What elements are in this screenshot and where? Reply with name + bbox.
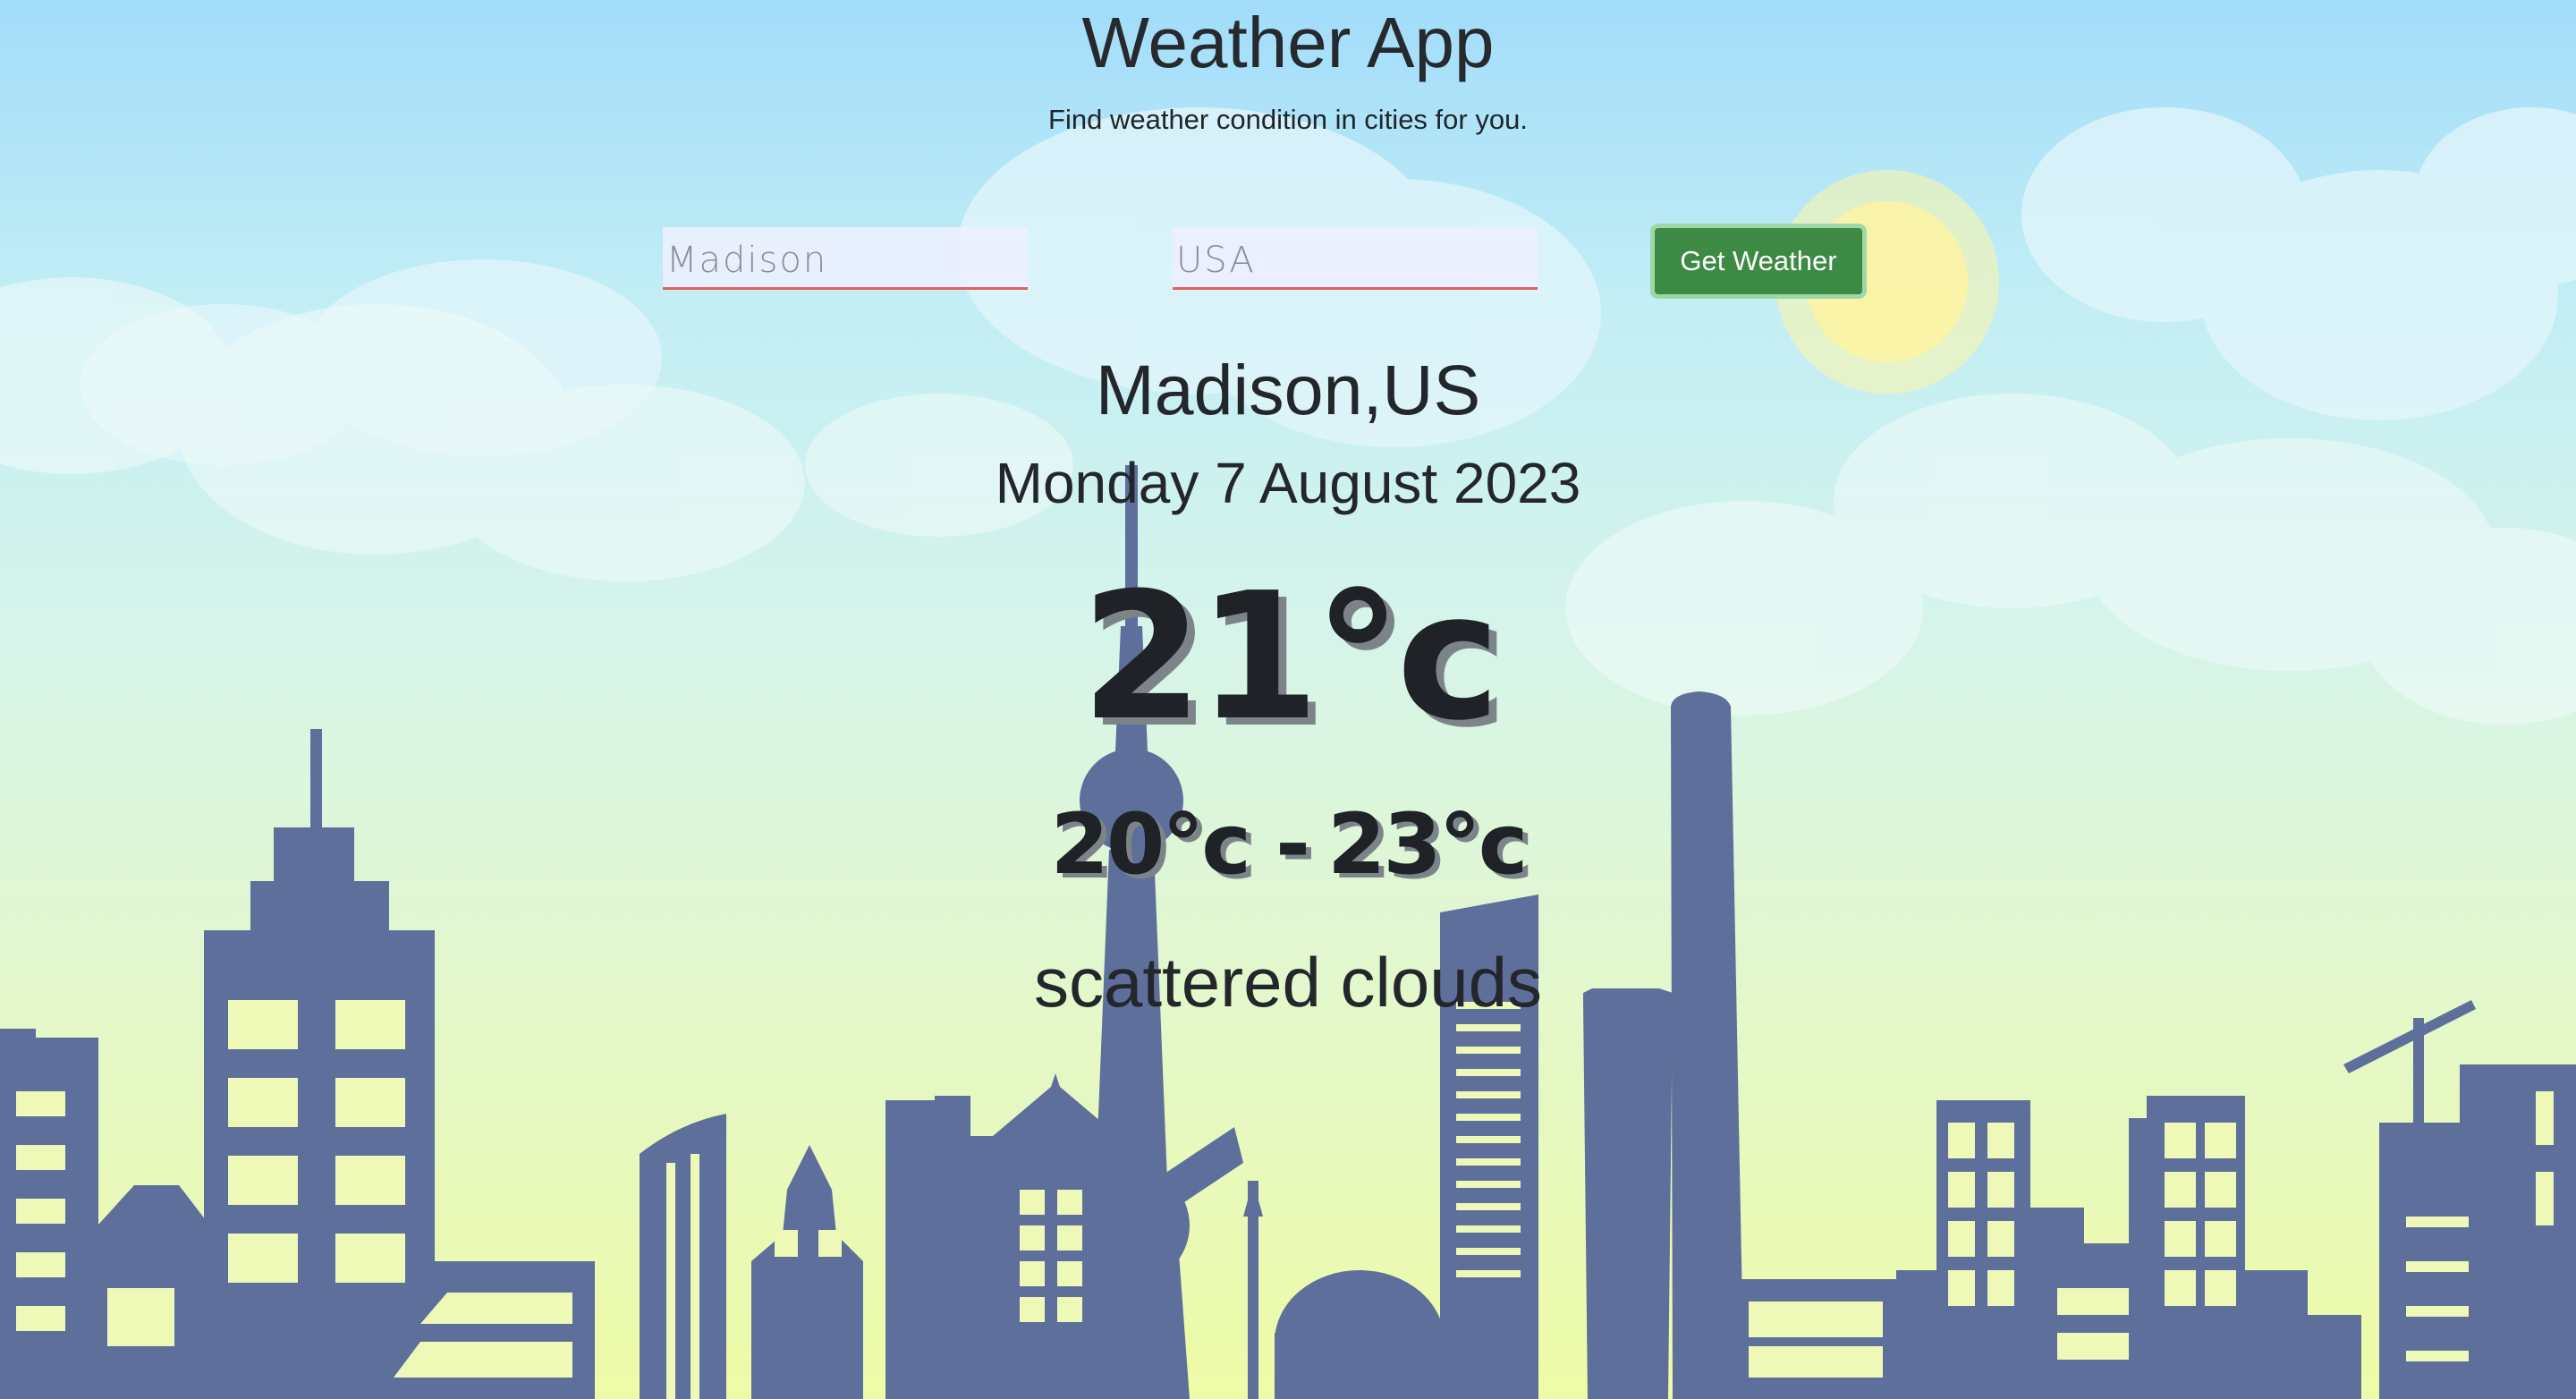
country-input[interactable] xyxy=(1173,227,1538,290)
current-date: Monday 7 August 2023 xyxy=(995,451,1581,515)
city-input[interactable] xyxy=(663,227,1028,290)
get-weather-button[interactable]: Get Weather xyxy=(1650,224,1867,299)
temperature-range: 20°c -23°c xyxy=(0,796,2576,895)
page-title: Weather App xyxy=(1081,3,1495,82)
range-separator: - xyxy=(1275,796,1310,894)
current-temperature: 21°c xyxy=(1080,555,1501,759)
min-temperature: 20°c xyxy=(1050,796,1251,894)
max-temperature: 23°c xyxy=(1327,796,1529,894)
weather-app: Weather App Find weather condition in ci… xyxy=(0,0,2576,1399)
weather-description: scattered clouds xyxy=(1034,943,1542,1022)
location-name: Madison,US xyxy=(1095,350,1481,429)
page-subtitle: Find weather condition in cities for you… xyxy=(1048,104,1528,135)
